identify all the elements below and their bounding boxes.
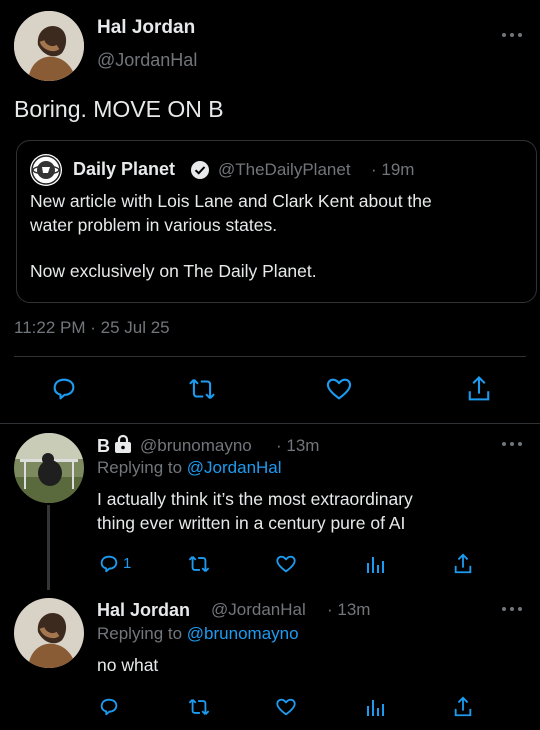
reply-author-handle[interactable]: @brunomayno	[140, 436, 252, 456]
replying-to: Replying to @JordanHal	[97, 458, 282, 478]
quoted-avatar	[30, 154, 62, 186]
share-icon[interactable]	[465, 374, 493, 404]
reply-time: · 13m	[276, 436, 320, 455]
quoted-text-line1: New article with Lois Lane and Clark Ken…	[30, 191, 432, 211]
reply-avatar[interactable]	[14, 433, 84, 503]
reply-icon[interactable]	[98, 553, 120, 575]
reply-time: · 13m	[327, 600, 371, 619]
replying-to-label: Replying to	[97, 458, 183, 477]
protected-lock-icon	[113, 434, 133, 454]
tweet-text: Boring. MOVE ON B	[14, 96, 224, 122]
verified-badge-icon	[190, 160, 210, 180]
quoted-name[interactable]: Daily Planet	[73, 159, 175, 180]
retweet-icon[interactable]	[187, 553, 211, 575]
more-options-icon[interactable]	[500, 28, 524, 42]
replying-to: Replying to @brunomayno	[97, 624, 299, 644]
quoted-text-line3: Now exclusively on The Daily Planet.	[30, 261, 317, 281]
author-name[interactable]: Hal Jordan	[97, 17, 195, 39]
reply-text-line1: I actually think it’s the most extraordi…	[97, 489, 413, 509]
quoted-time: · 19m	[371, 160, 415, 179]
reply-author-name[interactable]: Hal Jordan	[97, 600, 190, 621]
more-options-icon[interactable]	[500, 437, 524, 451]
share-icon[interactable]	[452, 552, 474, 576]
divider	[14, 356, 526, 357]
reply-count: 1	[123, 555, 132, 572]
retweet-icon[interactable]	[187, 375, 217, 403]
author-avatar[interactable]	[14, 11, 84, 81]
analytics-icon[interactable]	[364, 553, 386, 575]
more-options-icon[interactable]	[500, 602, 524, 616]
reply-author-name[interactable]: B	[97, 436, 110, 457]
replying-to-handle[interactable]: @brunomayno	[187, 624, 299, 643]
like-icon[interactable]	[275, 696, 297, 718]
reply-icon[interactable]	[50, 375, 78, 403]
replying-to-label: Replying to	[97, 624, 183, 643]
reply-avatar[interactable]	[14, 598, 84, 668]
thread-line	[47, 505, 50, 590]
retweet-icon[interactable]	[187, 696, 211, 718]
reply-author-handle[interactable]: @JordanHal	[211, 600, 306, 620]
share-icon[interactable]	[452, 695, 474, 719]
reply-text-line1: no what	[97, 655, 159, 675]
reply-icon[interactable]	[98, 696, 120, 718]
quoted-handle[interactable]: @TheDailyPlanet	[218, 160, 351, 180]
like-icon[interactable]	[275, 553, 297, 575]
reply-text-line2: thing ever written in a century pure of …	[97, 513, 406, 533]
replying-to-handle[interactable]: @JordanHal	[187, 458, 282, 477]
divider	[0, 423, 540, 424]
author-handle[interactable]: @JordanHal	[97, 50, 197, 71]
tweet-timestamp[interactable]: 11:22 PM · 25 Jul 25	[14, 318, 170, 338]
like-icon[interactable]	[325, 375, 353, 403]
analytics-icon[interactable]	[364, 696, 386, 718]
quoted-text-line2: water problem in various states.	[30, 215, 278, 235]
